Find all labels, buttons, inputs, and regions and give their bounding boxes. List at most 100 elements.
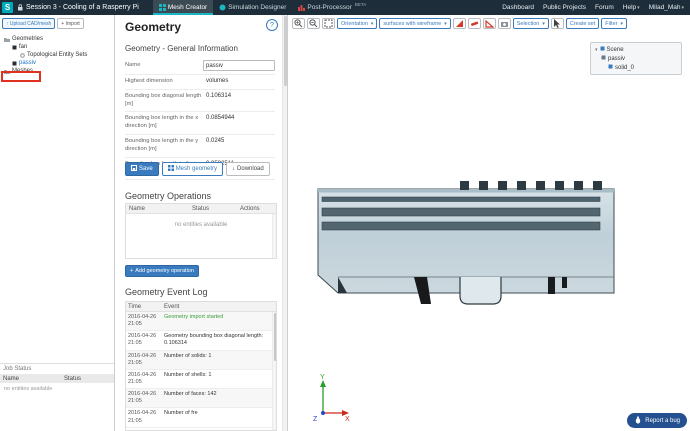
tree-item-meshes[interactable]: Meshes bbox=[0, 67, 114, 75]
tree-label: Topological Entity Sets bbox=[27, 52, 88, 58]
ruler-button[interactable] bbox=[467, 18, 481, 29]
log-event: Number of shells: 1 bbox=[164, 371, 212, 378]
event-log-table: Time Event 2016-04-26 21:05 Geometry imp… bbox=[125, 301, 277, 431]
nav-user-menu[interactable]: Milad_Mah▾ bbox=[649, 4, 684, 11]
job-status-empty: no entities available bbox=[4, 386, 53, 392]
scene-item-label: passiv bbox=[608, 55, 626, 62]
axis-y-label: Y bbox=[320, 374, 325, 381]
log-row: 2016-04-26 21:05 Number of faces: 142 bbox=[126, 389, 272, 409]
geometry-name-input[interactable] bbox=[203, 60, 275, 71]
info-label: Bounding box length in the x direction [… bbox=[125, 115, 199, 130]
ops-col-status: Status bbox=[192, 205, 210, 212]
protractor-button[interactable] bbox=[482, 18, 496, 29]
help-button[interactable]: ? bbox=[266, 19, 278, 31]
log-col-event: Event bbox=[164, 303, 180, 310]
scene-tree-root[interactable]: ▾ Scene bbox=[594, 45, 678, 54]
cube-icon bbox=[12, 61, 17, 66]
tree-item-passiv[interactable]: passiv bbox=[0, 59, 114, 67]
job-status-header: Name Status bbox=[0, 374, 114, 383]
clip-plane-button[interactable] bbox=[452, 18, 466, 29]
log-event: Number of fre bbox=[164, 410, 198, 417]
add-geometry-operation-button[interactable]: + Add geometry operation bbox=[125, 265, 199, 277]
geometry-actions: Save Mesh geometry ↓ Download bbox=[125, 162, 270, 176]
nav-help-menu[interactable]: Help▾ bbox=[623, 4, 640, 11]
plus-icon: + bbox=[61, 20, 65, 27]
nav-public-projects[interactable]: Public Projects bbox=[543, 4, 586, 11]
camera-button[interactable] bbox=[497, 18, 511, 29]
report-bug-button[interactable]: Report a bug bbox=[627, 413, 687, 428]
tree-label: Geometries bbox=[12, 36, 44, 42]
viewport-3d[interactable]: Orientation ▾ surfaces with wireframe ▾ Se… bbox=[288, 15, 690, 431]
app-logo[interactable]: S bbox=[2, 2, 13, 13]
tab-label: Mesh Creator bbox=[167, 4, 208, 11]
render-mode-dropdown[interactable]: surfaces with wireframe ▾ bbox=[379, 18, 451, 29]
import-button[interactable]: + Import bbox=[57, 18, 84, 29]
tree-item-fan[interactable]: fan bbox=[0, 43, 114, 51]
nav-dashboard[interactable]: Dashboard bbox=[502, 4, 534, 11]
info-value: volumes bbox=[206, 78, 229, 84]
name-label: Name bbox=[125, 61, 141, 68]
tree-label: passiv bbox=[19, 60, 37, 66]
model-3d[interactable] bbox=[308, 173, 640, 315]
render-mode-label: surfaces with wireframe bbox=[383, 20, 442, 27]
tab-mesh-creator[interactable]: Mesh Creator bbox=[152, 0, 214, 15]
download-button[interactable]: ↓ Download bbox=[226, 162, 270, 176]
info-value: 0.0245 bbox=[206, 138, 225, 145]
nav-help-label: Help bbox=[622, 4, 637, 11]
selection-dropdown[interactable]: Selection ▾ bbox=[512, 18, 549, 29]
log-row: 2016-04-26 21:05 Number of solids: 1 bbox=[126, 350, 272, 370]
info-row: Bounding box length in the x direction [… bbox=[125, 112, 275, 136]
session-title: Session 3 - Cooling of a Rasperry Pi bbox=[26, 4, 139, 11]
tab-simulation-designer[interactable]: Simulation Designer bbox=[213, 0, 292, 15]
operations-heading: Geometry Operations bbox=[125, 191, 212, 201]
tab-post-processor[interactable]: Post-Processor BETA bbox=[292, 0, 372, 15]
log-row: 2016-04-26 21:05 Geometry bounding box d… bbox=[126, 331, 272, 351]
job-status-title: Job Status bbox=[3, 366, 32, 372]
filter-label: Filter bbox=[605, 20, 618, 27]
orientation-dropdown[interactable]: Orientation ▾ bbox=[337, 18, 378, 29]
scene-tree-solid-0[interactable]: solid_0 bbox=[594, 63, 678, 72]
geometry-panel: Geometry ? Geometry - General Informatio… bbox=[115, 15, 288, 431]
info-label: Highest dimension bbox=[125, 78, 173, 84]
panel-scrollbar[interactable] bbox=[282, 15, 287, 431]
save-button[interactable]: Save bbox=[125, 162, 159, 176]
event-log-heading: Geometry Event Log bbox=[125, 287, 208, 297]
create-set-button[interactable]: Create set bbox=[565, 18, 600, 29]
save-icon bbox=[131, 165, 137, 173]
tree-label: fan bbox=[19, 44, 28, 50]
top-nav: Dashboard Public Projects Forum Help▾ Mi… bbox=[502, 4, 690, 11]
nav-forum[interactable]: Forum bbox=[595, 4, 614, 11]
selection-label: Selection bbox=[516, 20, 540, 27]
zoom-fit-button[interactable] bbox=[322, 18, 335, 29]
mesh-geometry-button[interactable]: Mesh geometry bbox=[161, 162, 224, 176]
zoom-in-button[interactable] bbox=[292, 18, 305, 29]
pointer-button[interactable] bbox=[550, 18, 564, 29]
zoom-out-button[interactable] bbox=[307, 18, 320, 29]
bug-icon bbox=[634, 415, 642, 426]
app-window: S Session 3 - Cooling of a Rasperry Pi M… bbox=[0, 0, 690, 431]
log-row: 2016-04-26 21:05 Geometry import started bbox=[126, 312, 272, 332]
info-value: 0.0854944 bbox=[206, 115, 235, 122]
event-log-scrollbar[interactable] bbox=[272, 312, 276, 430]
filter-dropdown[interactable]: Filter ▾ bbox=[601, 18, 627, 29]
tree-item-topological-entity-sets[interactable]: Topological Entity Sets bbox=[0, 51, 114, 59]
upload-label: Upload CAD/mesh bbox=[9, 20, 52, 27]
ops-col-actions: Actions bbox=[240, 205, 260, 212]
operations-scrollbar[interactable] bbox=[272, 214, 276, 258]
scene-icon bbox=[600, 46, 605, 53]
log-event: Number of solids: 1 bbox=[164, 352, 212, 359]
scrollbar-thumb[interactable] bbox=[283, 16, 287, 86]
log-col-time: Time bbox=[128, 303, 142, 310]
folder-icon bbox=[4, 37, 10, 42]
scene-tree-passiv[interactable]: passiv bbox=[594, 54, 678, 63]
tree-item-geometries[interactable]: Geometries bbox=[0, 35, 114, 43]
entity-sets-icon bbox=[20, 52, 25, 58]
project-tree: Geometries fan Topological Entity Sets p… bbox=[0, 32, 114, 82]
log-time: 2016-04-26 21:05 bbox=[128, 391, 157, 405]
tab-label: Simulation Designer bbox=[228, 4, 287, 11]
upload-cad-button[interactable]: ↑ Upload CAD/mesh bbox=[2, 18, 56, 29]
mesh-grid-icon bbox=[167, 165, 174, 173]
scrollbar-thumb[interactable] bbox=[273, 313, 276, 361]
post-processor-icon bbox=[298, 4, 306, 11]
log-row: 2016-04-26 21:05 Number of shells: 1 bbox=[126, 370, 272, 390]
